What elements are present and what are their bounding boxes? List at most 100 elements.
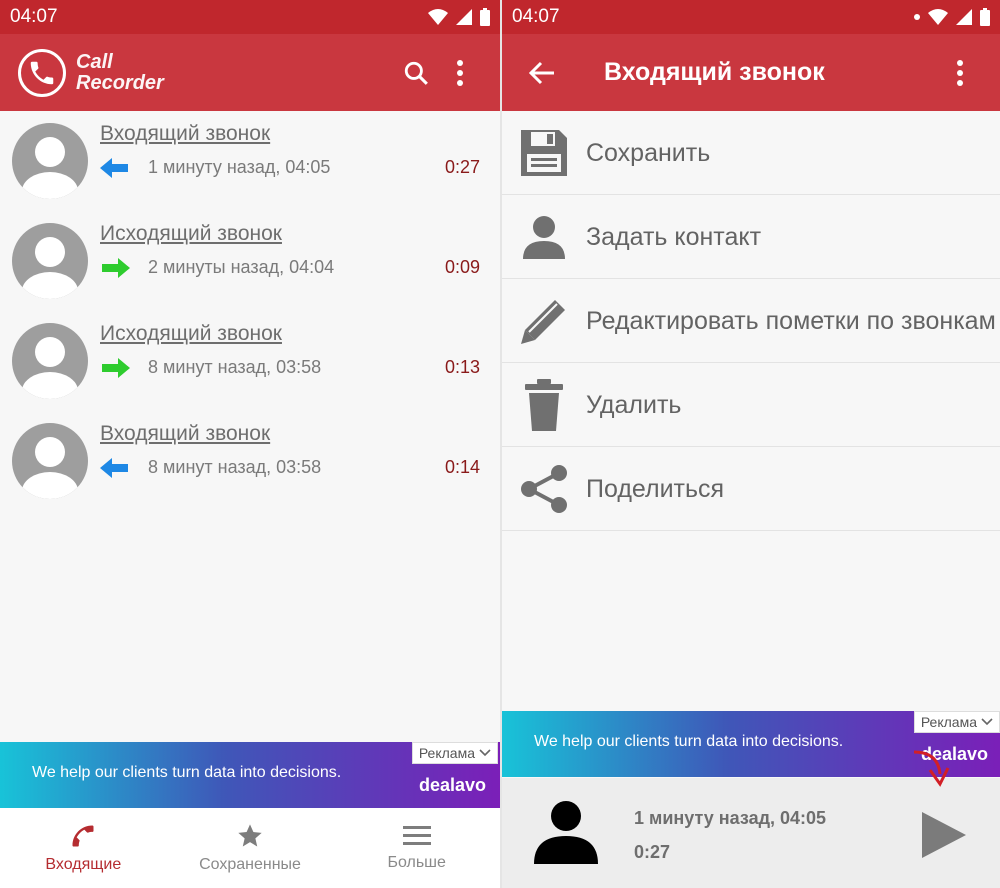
battery-icon (480, 8, 490, 26)
app-logo: Call Recorder (18, 48, 394, 97)
call-info: Исходящий звонок 8 минут назад, 03:58 0:… (100, 322, 480, 378)
menu-item-set-contact[interactable]: Задать контакт (502, 195, 1000, 279)
arrow-back-icon (529, 61, 554, 84)
call-list-item[interactable]: Исходящий звонок 2 минуты назад, 04:04 0… (0, 211, 500, 311)
status-bar: 04:07 (502, 0, 1000, 34)
call-meta: 8 минут назад, 03:58 0:14 (100, 457, 480, 478)
avatar (12, 423, 88, 499)
call-meta: 1 минуту назад, 04:05 0:27 (100, 157, 480, 178)
call-time: 1 минуту назад, 04:05 (148, 157, 331, 177)
floppy-disk-icon (521, 129, 567, 176)
overflow-menu-button[interactable] (438, 51, 482, 95)
avatar (12, 323, 88, 399)
menu-icon-wrap (518, 464, 570, 514)
more-vert-icon (457, 59, 463, 86)
nav-label: Входящие (45, 856, 122, 873)
nav-label: Сохраненные (199, 856, 301, 873)
call-duration: 0:09 (444, 257, 480, 277)
menu-item-delete[interactable]: Удалить (502, 363, 1000, 447)
outgoing-arrow-icon (102, 357, 130, 378)
overflow-menu-button[interactable] (938, 51, 982, 95)
menu-icon-wrap (518, 378, 570, 431)
menu-label: Поделиться (586, 474, 725, 503)
menu-item-edit-notes[interactable]: Редактировать пометки по звонкам (502, 279, 1000, 363)
nav-item-more[interactable]: Больше (333, 808, 500, 888)
phone-icon (72, 825, 94, 847)
app-bar: Входящий звонок (502, 34, 1000, 111)
nav-label: Больше (387, 854, 446, 871)
call-meta: 2 минуты назад, 04:04 0:09 (100, 257, 480, 278)
menu-item-save[interactable]: Сохранить (502, 111, 1000, 195)
ad-badge[interactable]: Реклама (411, 742, 498, 764)
menu-label: Удалить (586, 390, 682, 419)
bottom-navigation: Входящие Сохраненные Больше (0, 808, 500, 888)
call-list-screen: 04:07 Call Recorder Входящий звонок 1 ми… (0, 0, 500, 888)
chevron-down-icon (479, 749, 491, 757)
nav-item-incoming[interactable]: Входящие (0, 808, 167, 888)
search-button[interactable] (394, 51, 438, 95)
person-icon (534, 801, 598, 864)
ad-banner[interactable]: We help our clients turn data into decis… (0, 742, 500, 808)
star-icon (238, 824, 262, 847)
call-title[interactable]: Входящий звонок (100, 122, 480, 146)
call-duration: 0:27 (444, 157, 480, 177)
call-title[interactable]: Входящий звонок (100, 422, 480, 446)
call-time: 8 минут назад, 03:58 (148, 457, 322, 477)
call-info: Входящий звонок 8 минут назад, 03:58 0:1… (100, 422, 480, 478)
app-bar: Call Recorder (0, 34, 500, 111)
player-panel: 1 минуту назад, 04:05 0:27 (502, 778, 1000, 888)
call-detail-screen: 04:07 Входящий звонок Сохранить Задать к… (500, 0, 1000, 888)
call-time: 2 минуты назад, 04:04 (148, 257, 335, 277)
call-list-item[interactable]: Входящий звонок 8 минут назад, 03:58 0:1… (0, 411, 500, 511)
ad-badge[interactable]: Реклама (913, 711, 1000, 733)
call-title[interactable]: Исходящий звонок (100, 322, 480, 346)
menu-label: Сохранить (586, 138, 711, 167)
share-icon (521, 464, 567, 513)
battery-icon (980, 8, 990, 26)
signal-icon (456, 9, 472, 25)
phone-logo-icon (18, 48, 66, 97)
menu-icon-wrap (518, 213, 570, 261)
call-meta: 8 минут назад, 03:58 0:13 (100, 357, 480, 378)
avatar (12, 223, 88, 299)
play-button[interactable] (920, 810, 968, 860)
search-icon (404, 61, 428, 85)
player-duration: 0:27 (634, 842, 671, 862)
call-list-item[interactable]: Исходящий звонок 8 минут назад, 03:58 0:… (0, 311, 500, 411)
call-info: Входящий звонок 1 минуту назад, 04:05 0:… (100, 122, 480, 178)
menu-label: Редактировать пометки по звонкам (586, 306, 996, 335)
status-time: 04:07 (512, 6, 560, 27)
status-time: 04:07 (10, 6, 58, 27)
player-time: 1 минуту назад, 04:05 (634, 808, 827, 828)
chevron-down-icon (981, 718, 993, 726)
ad-badge-label: Реклама (418, 745, 475, 761)
app-name: Call Recorder (76, 50, 164, 94)
call-title[interactable]: Исходящий звонок (100, 222, 480, 246)
ad-badge-label: Реклама (920, 714, 977, 730)
ad-brand-logo: dealavo (418, 775, 486, 795)
wifi-icon (428, 9, 448, 25)
back-button[interactable] (520, 51, 564, 95)
call-info: Исходящий звонок 2 минуты назад, 04:04 0… (100, 222, 480, 278)
pencil-icon (521, 299, 565, 344)
outgoing-arrow-icon (102, 257, 130, 278)
menu-icon-wrap (518, 296, 570, 346)
call-list-item[interactable]: Входящий звонок 1 минуту назад, 04:05 0:… (0, 111, 500, 211)
person-icon (523, 215, 565, 259)
call-duration: 0:14 (444, 457, 480, 477)
annotation-arrow-icon (913, 750, 950, 787)
call-time: 8 минут назад, 03:58 (148, 357, 322, 377)
menu-icon (402, 826, 431, 845)
call-duration: 0:13 (444, 357, 480, 377)
more-vert-icon (957, 59, 963, 86)
status-bar: 04:07 (0, 0, 500, 34)
menu-item-share[interactable]: Поделиться (502, 447, 1000, 531)
trash-icon (525, 378, 563, 431)
call-list: Входящий звонок 1 минуту назад, 04:05 0:… (0, 111, 500, 511)
status-icons (428, 8, 490, 26)
app-name-line1: Call (76, 50, 113, 73)
wifi-icon (928, 9, 948, 25)
nav-item-saved[interactable]: Сохраненные (167, 808, 334, 888)
ad-text: We help our clients turn data into decis… (534, 733, 844, 750)
page-title: Входящий звонок (604, 58, 825, 86)
